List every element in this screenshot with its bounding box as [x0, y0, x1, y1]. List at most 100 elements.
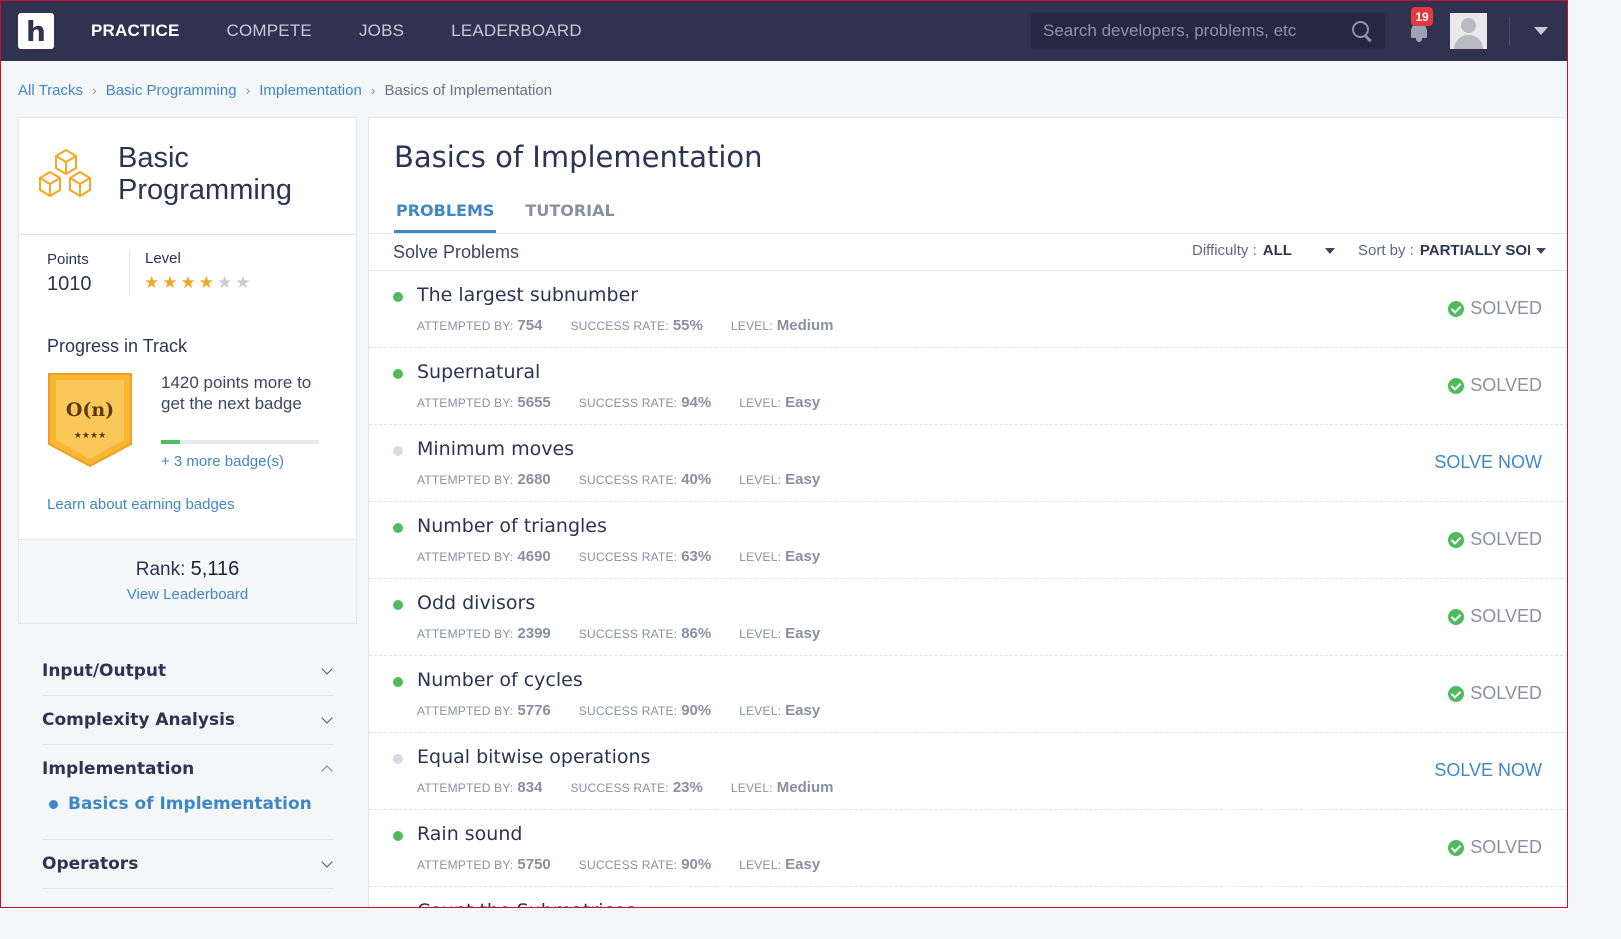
problem-name[interactable]: Minimum moves: [417, 438, 574, 460]
problem-row[interactable]: Equal bitwise operations ATTEMPTED BY: 834…: [369, 733, 1567, 810]
chevron-down-icon[interactable]: [1534, 27, 1548, 35]
problem-name[interactable]: Odd divisors: [417, 592, 535, 614]
solve-now-button[interactable]: SOLVE NOW: [1434, 760, 1542, 781]
star-filled-icon: ★: [198, 273, 214, 293]
success-rate-value: 90%: [681, 702, 712, 719]
success-rate-value: 55%: [672, 317, 703, 334]
rank-line: Rank: 5,116: [19, 558, 356, 581]
level-stars: ★ ★ ★ ★ ★ ★: [144, 273, 254, 293]
solved-status: SOLVED: [1448, 837, 1542, 858]
rank-label: Rank:: [135, 559, 186, 580]
breadcrumb-separator-icon: ›: [245, 82, 251, 98]
attempted-value: 754: [517, 317, 543, 334]
more-badges-link[interactable]: + 3 more badge(s): [161, 453, 284, 470]
points-value: 1010: [47, 273, 92, 295]
topic-input-output[interactable]: Input/Output: [42, 647, 334, 696]
level-label: LEVEL:: [739, 627, 782, 641]
problem-name[interactable]: Rain sound: [417, 823, 522, 845]
breadcrumb-implementation[interactable]: Implementation: [259, 82, 362, 99]
nav-practice[interactable]: PRACTICE: [91, 21, 180, 41]
badge-stars: ★★★★: [74, 431, 106, 441]
problem-row[interactable]: Number of cycles ATTEMPTED BY: 5776 SUCCESS…: [369, 656, 1567, 733]
difficulty-value: ALL: [1262, 242, 1292, 259]
attempted-label: ATTEMPTED BY:: [417, 704, 514, 718]
problem-name[interactable]: Number of triangles: [417, 515, 607, 537]
success-rate-label: SUCCESS RATE:: [578, 858, 678, 872]
notification-count-badge: 19: [1411, 7, 1433, 26]
check-circle-icon: [1448, 839, 1465, 856]
success-rate-value: 90%: [681, 856, 712, 873]
problem-row[interactable]: Supernatural ATTEMPTED BY: 5655 SUCCESS RAT…: [369, 348, 1567, 425]
topic-complexity-analysis[interactable]: Complexity Analysis: [42, 696, 334, 745]
check-circle-icon: [1448, 608, 1465, 625]
problem-name[interactable]: The largest subnumber: [417, 284, 638, 306]
problem-row[interactable]: Odd divisors ATTEMPTED BY: 2399 SUCCESS RAT…: [369, 579, 1567, 656]
status-label: SOLVED: [1470, 683, 1542, 703]
difficulty-filter[interactable]: Difficulty : ALL: [1192, 242, 1335, 259]
active-dot-icon: [49, 799, 58, 809]
problem-row[interactable]: Number of triangles ATTEMPTED BY: 4690 SUCC…: [369, 502, 1567, 579]
topic-operators[interactable]: Operators: [42, 840, 334, 889]
search-input[interactable]: [1043, 21, 1351, 41]
star-filled-icon: ★: [180, 273, 196, 293]
solved-dot-icon: [393, 523, 403, 533]
status-label: SOLVE NOW: [1434, 760, 1542, 780]
subtopic-label: Basics of Implementation: [68, 794, 312, 814]
problem-row[interactable]: The largest subnumber ATTEMPTED BY: 754 SUC…: [369, 271, 1567, 348]
success-rate-value: 86%: [681, 625, 712, 642]
problem-row[interactable]: Count the Submatrices: [369, 887, 1567, 907]
topic-implementation[interactable]: Implementation Basics of Implementation: [42, 745, 334, 840]
breadcrumb-all-tracks[interactable]: All Tracks: [18, 82, 83, 99]
view-leaderboard-link[interactable]: View Leaderboard: [19, 586, 356, 603]
problem-name[interactable]: Equal bitwise operations: [417, 746, 650, 768]
problem-row[interactable]: Rain sound ATTEMPTED BY: 5750 SUCCESS RATE:…: [369, 810, 1567, 887]
success-rate-label: SUCCESS RATE:: [570, 319, 669, 333]
problem-meta: ATTEMPTED BY: 4690 SUCCESS RATE: 63% LEVEL: E…: [417, 548, 848, 565]
problem-meta: ATTEMPTED BY: 2680 SUCCESS RATE: 40% LEVEL: E…: [417, 471, 848, 488]
problem-name[interactable]: Number of cycles: [417, 669, 583, 691]
success-rate-label: SUCCESS RATE:: [578, 396, 678, 410]
status-label: SOLVE NOW: [1434, 452, 1542, 472]
check-circle-icon: [1448, 377, 1465, 394]
user-avatar[interactable]: [1450, 13, 1487, 49]
level-value: Easy: [785, 625, 821, 642]
breadcrumb-basic-programming[interactable]: Basic Programming: [106, 82, 237, 99]
problem-row[interactable]: Minimum moves ATTEMPTED BY: 2680 SUCCESS RA…: [369, 425, 1567, 502]
level-label: LEVEL:: [730, 781, 773, 795]
problems-toolbar: Solve Problems Difficulty : ALL Sort by …: [369, 233, 1567, 271]
topic-label: Complexity Analysis: [42, 710, 236, 730]
tab-problems[interactable]: PROBLEMS: [394, 201, 497, 233]
search-icon[interactable]: [1351, 20, 1373, 42]
tab-tutorial[interactable]: TUTORIAL: [523, 201, 616, 233]
solved-status: SOLVED: [1448, 683, 1542, 704]
star-filled-icon: ★: [144, 273, 160, 293]
nav-leaderboard[interactable]: LEADERBOARD: [451, 21, 582, 41]
status-label: SOLVED: [1470, 606, 1542, 626]
success-rate-value: 23%: [672, 779, 703, 796]
main-nav: PRACTICE COMPETE JOBS LEADERBOARD: [91, 1, 629, 61]
learn-badges-link[interactable]: Learn about earning badges: [47, 496, 235, 513]
attempted-label: ATTEMPTED BY:: [417, 396, 514, 410]
subtopic-basics-of-implementation[interactable]: Basics of Implementation: [49, 794, 312, 814]
topic-list: Input/Output Complexity Analysis Impleme…: [42, 647, 334, 889]
difficulty-label: Difficulty :: [1192, 242, 1257, 259]
level-value: Easy: [785, 394, 821, 411]
check-circle-icon: [1448, 531, 1465, 548]
hackerearth-logo[interactable]: h: [18, 13, 54, 49]
chevron-down-icon: [321, 663, 333, 675]
problem-name[interactable]: Supernatural: [417, 361, 540, 383]
sort-filter[interactable]: Sort by : PARTIALLY SOLVED: [1358, 242, 1546, 259]
attempted-value: 2680: [517, 471, 551, 488]
attempted-value: 5655: [517, 394, 551, 411]
attempted-value: 2399: [517, 625, 551, 642]
problem-meta: ATTEMPTED BY: 5750 SUCCESS RATE: 90% LEVEL: E…: [417, 856, 848, 873]
level-label: LEVEL:: [739, 473, 782, 487]
solve-now-button[interactable]: SOLVE NOW: [1434, 452, 1542, 473]
nav-jobs[interactable]: JOBS: [359, 21, 404, 41]
nav-compete[interactable]: COMPETE: [227, 21, 312, 41]
problem-name[interactable]: Count the Submatrices: [417, 900, 636, 907]
check-circle-icon: [1448, 685, 1465, 702]
page-title: Basics of Implementation: [394, 140, 763, 174]
level-label: Level: [145, 250, 181, 267]
level-value: Easy: [785, 702, 821, 719]
